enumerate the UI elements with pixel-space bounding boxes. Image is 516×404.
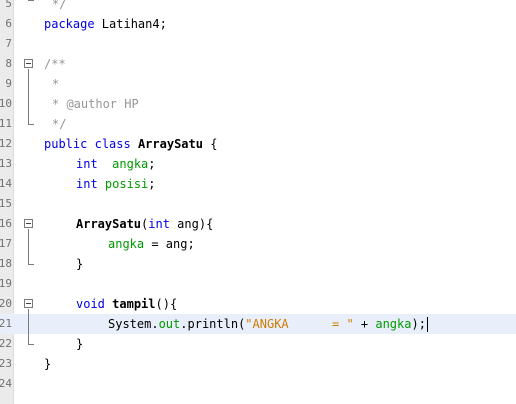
line-number: 24 [0,377,12,390]
comment-end: */ [52,0,67,11]
code-line-18[interactable]: 18 } [0,254,516,274]
javadoc-start: /** [44,57,66,71]
javadoc-line: * [52,77,60,91]
constructor-declaration: ArraySatu(int ang){ [76,217,214,231]
line-number: 14 [0,177,12,190]
javadoc-author: * @author HP [52,97,139,111]
code-line-9[interactable]: 9 * [0,74,516,94]
code-line-12[interactable]: 12 public class ArraySatu { [0,134,516,154]
code-line-19[interactable]: 19 [0,274,516,294]
println-statement: System.out.println("ANGKA = " + angka); [108,317,428,332]
line-number: 5 [5,0,12,10]
line-number: 19 [0,277,12,290]
code-line-22[interactable]: 22 } [0,334,516,354]
line-number: 17 [0,237,12,250]
line-number: 21 [0,317,12,330]
javadoc-end: */ [52,117,67,131]
code-line-6[interactable]: 6 package Latihan4; [0,14,516,34]
line-number: 8 [5,57,12,70]
code-line-10[interactable]: 10 * @author HP [0,94,516,114]
closing-brace: } [44,357,52,371]
text-caret [426,317,428,332]
code-line-23[interactable]: 23 } [0,354,516,374]
line-number: 23 [0,357,12,370]
code-line-7[interactable]: 7 [0,34,516,54]
closing-brace: } [76,257,84,271]
fold-end-marker [28,0,34,1]
fold-collapse-icon[interactable] [24,219,33,228]
fold-guide-line [28,309,29,344]
code-line-24[interactable]: 24 [0,374,516,394]
code-line-17[interactable]: 17 angka = ang; [0,234,516,254]
package-declaration: package Latihan4; [44,17,167,31]
code-editor[interactable]: 5 */ 6 package Latihan4; 7 8 /** 9 * 10 … [0,0,516,404]
method-declaration: void tampil(){ [76,297,178,311]
line-number: 9 [5,77,12,90]
line-number: 16 [0,217,12,230]
field-declaration: int posisi; [76,177,156,191]
code-line-8[interactable]: 8 /** [0,54,516,74]
code-line-14[interactable]: 14 int posisi; [0,174,516,194]
fold-collapse-icon[interactable] [24,59,33,68]
fold-end-marker [28,124,34,125]
line-number: 12 [0,137,12,150]
line-number: 6 [5,17,12,30]
line-number: 7 [5,37,12,50]
code-line-20[interactable]: 20 void tampil(){ [0,294,516,314]
line-number: 15 [0,197,12,210]
line-number: 20 [0,297,12,310]
code-line-16[interactable]: 16 ArraySatu(int ang){ [0,214,516,234]
code-line-5[interactable]: 5 */ [0,0,516,14]
assignment-statement: angka = ang; [108,237,195,251]
code-line-11[interactable]: 11 */ [0,114,516,134]
code-line-15[interactable]: 15 [0,194,516,214]
field-declaration: int angka; [76,157,156,171]
fold-end-marker [28,264,34,265]
closing-brace: } [76,337,84,351]
line-number: 22 [0,337,12,350]
fold-guide-line [28,229,29,264]
line-number: 13 [0,157,12,170]
line-number: 10 [0,97,12,110]
code-line-21-current[interactable]: 21 System.out.println("ANGKA = " + angka… [0,314,516,334]
fold-guide-line [28,69,29,124]
fold-collapse-icon[interactable] [24,299,33,308]
class-declaration: public class ArraySatu { [44,137,218,151]
line-number: 11 [0,117,12,130]
line-number: 18 [0,257,12,270]
fold-end-marker [28,344,34,345]
code-line-13[interactable]: 13 int angka; [0,154,516,174]
